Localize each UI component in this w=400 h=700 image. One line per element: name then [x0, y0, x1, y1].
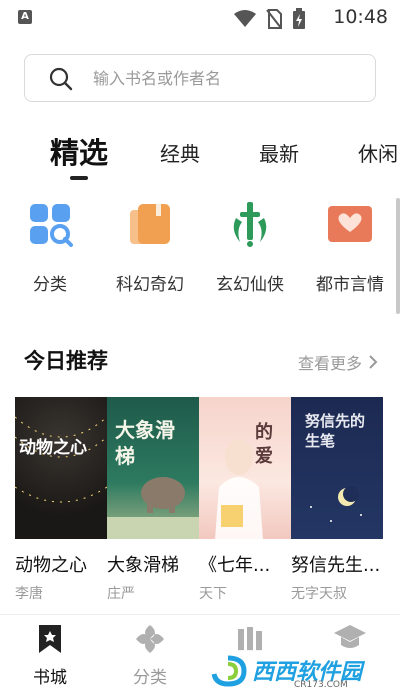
- category-label: 分类: [33, 275, 67, 295]
- category-scifi-fantasy[interactable]: 科幻奇幻: [110, 200, 190, 295]
- tab-featured[interactable]: 精选: [50, 130, 108, 172]
- scroll-indicator: [396, 198, 400, 314]
- category-label: 玄幻仙侠: [216, 275, 284, 295]
- see-more-label: 查看更多: [297, 354, 362, 373]
- heart-book-icon: [328, 206, 372, 242]
- wifi-icon: [234, 10, 256, 27]
- category-urban-romance[interactable]: 都市言情: [310, 200, 390, 295]
- search-bar[interactable]: [24, 54, 376, 102]
- tab-leisure[interactable]: 休闲: [358, 138, 398, 167]
- book-cover: 的爱: [199, 397, 291, 539]
- section-title: 今日推荐: [24, 349, 108, 373]
- watermark-logo: 西西软件园 CR173.COM: [202, 650, 388, 692]
- watermark-swirl-icon: [211, 655, 247, 687]
- book-author: 庄严: [107, 586, 135, 602]
- nav-category[interactable]: 分类: [115, 623, 185, 688]
- book-title: 努信先生...: [291, 555, 381, 576]
- book-cover: 大象滑梯: [107, 397, 199, 539]
- category-label: 科幻奇幻: [116, 275, 184, 295]
- graduation-cap-icon: [334, 625, 366, 648]
- cover-title: 动物之心: [19, 438, 87, 458]
- book-card[interactable]: 努信先的生笔 努信先生... 无字天叔: [291, 397, 383, 602]
- book-author: 天下: [199, 586, 227, 602]
- book-card[interactable]: 的爱 《七年... 天下: [199, 397, 291, 602]
- book-title: 动物之心: [15, 555, 87, 576]
- green-sword-icon: [233, 202, 267, 247]
- book-title: 大象滑梯: [107, 555, 179, 576]
- cover-title: 努信先的生笔: [305, 412, 366, 450]
- app-notification-icon: A: [18, 10, 32, 24]
- grid-search-icon: [30, 204, 73, 247]
- no-sim-icon: [266, 9, 282, 29]
- bookmark-icon: [39, 625, 61, 653]
- book-author: 无字天叔: [291, 586, 347, 602]
- tab-latest[interactable]: 最新: [259, 138, 299, 167]
- chevron-right-icon: [369, 355, 378, 369]
- book-cover: 动物之心: [15, 397, 107, 539]
- nav-label: 书城: [33, 668, 67, 688]
- cover-title: 的爱: [255, 422, 273, 467]
- status-bar: A 10:48: [0, 0, 400, 36]
- status-icons: [234, 8, 306, 30]
- cover-lights-decoration: [15, 416, 107, 503]
- nav-label: 分类: [133, 668, 167, 688]
- category-xuanhuan[interactable]: 玄幻仙侠: [210, 200, 290, 295]
- clock: 10:48: [333, 6, 388, 28]
- category-classify[interactable]: 分类: [10, 200, 90, 295]
- nav-bookstore[interactable]: 书城: [15, 623, 85, 688]
- book-card[interactable]: 动物之心 动物之心 李唐: [15, 397, 107, 602]
- active-tab-indicator: [70, 176, 88, 180]
- orange-book-icon: [130, 204, 170, 244]
- tab-classic[interactable]: 经典: [160, 138, 200, 167]
- see-more-link[interactable]: 查看更多: [298, 350, 378, 374]
- book-card[interactable]: 大象滑梯 大象滑梯 庄严: [107, 397, 199, 602]
- category-leaf-icon: [136, 625, 164, 653]
- watermark-subtext: CR173.COM: [294, 680, 348, 690]
- book-cover: 努信先的生笔: [291, 397, 383, 539]
- battery-charging-icon: [293, 8, 305, 29]
- search-input[interactable]: [93, 55, 363, 101]
- book-title: 《七年...: [199, 555, 271, 576]
- cover-title: 大象滑梯: [115, 418, 175, 468]
- book-author: 李唐: [15, 586, 43, 602]
- tab-bar: 精选 经典 最新 休闲: [0, 130, 400, 186]
- category-label: 都市言情: [316, 275, 384, 295]
- search-icon: [49, 67, 73, 91]
